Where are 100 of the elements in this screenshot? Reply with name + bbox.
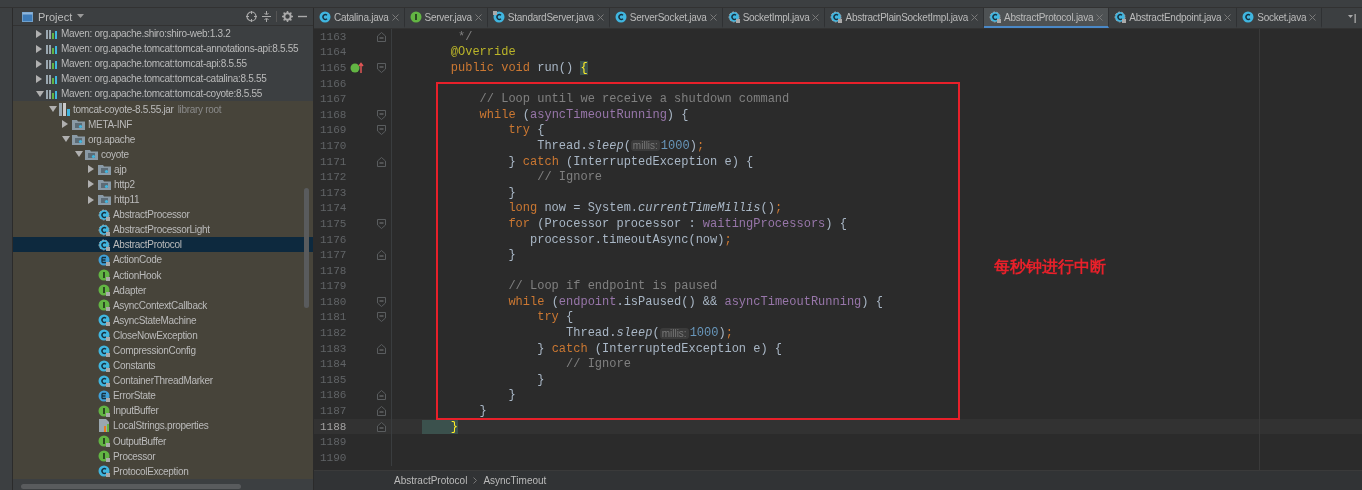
tree-item-label: org.apache [88, 133, 136, 145]
editor-tab[interactable]: Server.java [404, 8, 488, 28]
tree-item-label: tomcat-coyote-8.5.55.jar [73, 103, 174, 115]
panel-title[interactable]: Project [38, 10, 73, 23]
fold-end-icon[interactable] [377, 406, 386, 417]
fold-icon[interactable] [377, 109, 386, 120]
expanded-arrow-icon[interactable] [49, 106, 57, 112]
tree-item-label: META-INF [88, 118, 133, 130]
editor-tab[interactable]: SocketImpl.java [722, 8, 826, 28]
fold-end-icon[interactable] [377, 343, 386, 354]
editor-tab[interactable]: AbstractPlainSocketImpl.java [825, 8, 984, 28]
fold-end-icon[interactable] [377, 31, 386, 42]
crosshair-icon[interactable] [246, 11, 257, 22]
package-icon [98, 194, 111, 206]
close-icon[interactable] [596, 13, 604, 21]
package-icon [72, 133, 85, 145]
line-number: 1166 [319, 77, 348, 90]
fold-icon[interactable] [377, 63, 386, 73]
interface-icon [98, 435, 110, 448]
line-number: 1170 [319, 139, 348, 152]
tree-item-label: AbstractProcessorLight [113, 224, 210, 236]
tree-item-label: http11 [114, 194, 140, 206]
tree-item[interactable]: Constants [13, 358, 313, 374]
editor-tab[interactable]: ServerSocket.java [609, 8, 723, 28]
tree-item[interactable]: http11 [13, 192, 313, 208]
tree-item-label: ContainerThreadMarker [113, 375, 213, 387]
editor-tab[interactable]: StandardServer.java [487, 8, 610, 28]
tree-item[interactable]: Maven: org.apache.tomcat:tomcat-api:8.5.55 [13, 56, 313, 72]
editor-tab[interactable]: AbstractProtocol.java [984, 8, 1110, 28]
collapse-icon[interactable] [262, 11, 271, 22]
tree-item-label: Maven: org.apache.shiro:shiro-web:1.3.2 [61, 28, 231, 40]
close-icon[interactable] [812, 13, 820, 21]
code-line: public void run() { [449, 61, 588, 75]
fold-icon[interactable] [377, 125, 386, 136]
code-line: while (asyncTimeoutRunning) { [478, 107, 689, 122]
tree-item[interactable]: ActionCode [13, 252, 313, 268]
scrollbar-thumb[interactable] [21, 484, 241, 489]
editor-tab[interactable]: Socket.java [1237, 8, 1323, 28]
fold-icon[interactable] [377, 218, 386, 229]
chevron-icon [473, 477, 478, 484]
tree-item[interactable]: ContainerThreadMarker [13, 373, 313, 389]
tree-item[interactable]: AbstractProcessorLight [13, 222, 313, 238]
class-icon [492, 11, 505, 23]
code-line: // Ignore [536, 170, 603, 185]
class-icon [98, 344, 110, 357]
expanded-arrow-icon[interactable] [36, 90, 44, 97]
close-icon[interactable] [1096, 13, 1104, 21]
collapsed-arrow-icon[interactable] [62, 120, 68, 129]
line-number: 1172 [319, 171, 348, 184]
tree-item[interactable]: Maven: org.apache.tomcat:tomcat-coyote:8.5.55 [13, 86, 313, 102]
class-icon [98, 359, 110, 372]
line-number: 1173 [319, 186, 348, 199]
tree-item[interactable]: Maven: org.apache.tomcat:tomcat-annotations-api:8.5.55 [13, 41, 313, 57]
tree-item[interactable]: InputBuffer [13, 403, 313, 419]
fold-end-icon[interactable] [377, 156, 386, 167]
close-icon[interactable] [391, 13, 399, 21]
line-number: 1186 [319, 389, 348, 402]
package-icon [72, 118, 85, 130]
tree-item-label: Processor [113, 450, 156, 462]
breadcrumb[interactable]: AsyncTimeout [483, 475, 547, 486]
close-icon[interactable] [971, 13, 978, 21]
line-number: 1184 [319, 358, 348, 371]
tree-item-note: library root [177, 103, 222, 115]
override-marker-icon[interactable] [350, 62, 364, 74]
line-number: 1178 [319, 264, 348, 277]
editor-tab[interactable]: Catalina.java [314, 8, 405, 28]
fold-icon[interactable] [377, 296, 386, 307]
fold-end-icon[interactable] [377, 421, 386, 432]
close-icon[interactable] [709, 13, 717, 21]
code-line: while (endpoint.isPaused() && asyncTimeoutRunning) { [507, 294, 883, 309]
abstract-class-icon [98, 223, 110, 236]
close-icon[interactable] [1224, 13, 1232, 21]
tree-item-label: InputBuffer [113, 405, 159, 417]
settings-icon[interactable] [282, 11, 293, 22]
class-icon [319, 11, 331, 23]
tree-item[interactable]: ErrorState [13, 388, 313, 404]
fold-end-icon[interactable] [377, 250, 386, 261]
tree-item[interactable]: AbstractProtocol [13, 237, 313, 253]
close-icon[interactable] [1309, 13, 1317, 21]
close-icon[interactable] [474, 13, 482, 21]
line-number: 1168 [319, 108, 348, 121]
tab-list-icon[interactable] [1348, 13, 1356, 23]
tree-item-label: Constants [113, 360, 156, 372]
editor-tab[interactable]: AbstractEndpoint.java [1109, 8, 1238, 28]
tree-item-label: CompressionConfig [113, 345, 196, 356]
library-icon [46, 43, 58, 54]
tree-item[interactable]: LocalStrings.properties [13, 418, 313, 434]
fold-icon[interactable] [377, 312, 386, 323]
tree-item[interactable]: Maven: org.apache.tomcat:tomcat-catalina:8.5.55 [13, 71, 313, 87]
tree-item-label: AsyncContextCallback [113, 299, 208, 311]
dropdown-caret-icon[interactable] [77, 14, 85, 19]
line-number: 1174 [319, 202, 348, 215]
line-number: 1185 [319, 373, 348, 386]
tree-item[interactable]: Maven: org.apache.shiro:shiro-web:1.3.2 [13, 26, 313, 42]
breadcrumb[interactable]: AbstractProtocol [394, 475, 468, 486]
tree-item[interactable]: AbstractProcessor [13, 207, 313, 223]
fold-end-icon[interactable] [377, 390, 386, 401]
tree-item[interactable]: tomcat-coyote-8.5.55.jar library root [13, 101, 313, 117]
abstract-class-icon [1114, 11, 1127, 23]
scrollbar-thumb[interactable] [304, 188, 309, 308]
